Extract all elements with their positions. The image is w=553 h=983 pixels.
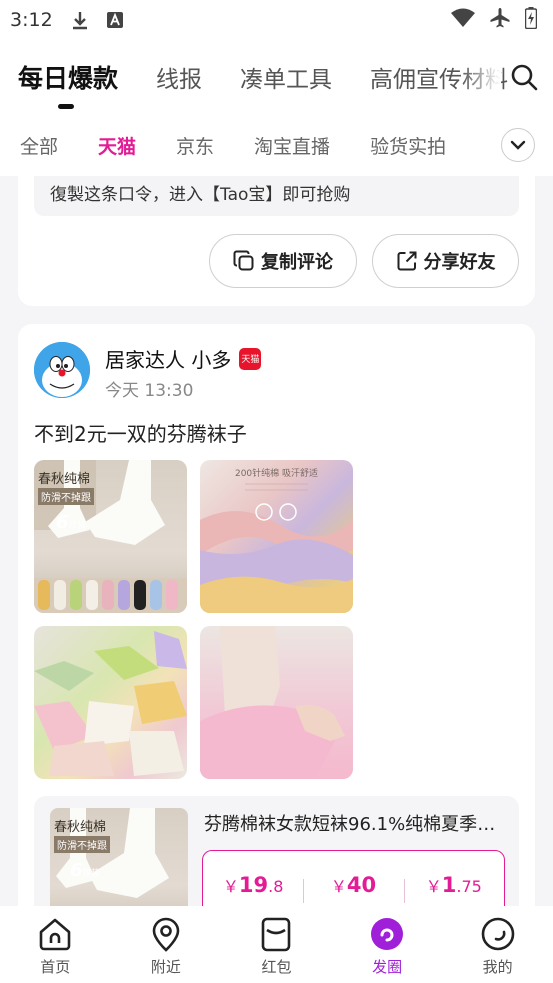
top-tab-bar: 每日爆款 线报 凑单工具 高佣宣传材料 (0, 40, 553, 114)
price-coupon: ￥19.8 (222, 873, 284, 897)
copy-comment-button[interactable]: 复制评论 (209, 234, 357, 288)
post-author: 居家达人 小多 天猫 (105, 344, 262, 373)
tab-deal-alerts[interactable]: 线报 (156, 60, 202, 94)
post-text: 不到2元一双的芬腾袜子 (34, 422, 247, 446)
price-original: ￥40 (303, 873, 403, 903)
tab-fade (461, 40, 501, 114)
bottom-nav: 首页 附近 红包 发圈 我的 (0, 906, 553, 983)
nav-home[interactable]: 首页 (0, 906, 111, 983)
avatar[interactable] (34, 342, 90, 398)
location-pin-icon (152, 917, 180, 952)
nav-home-label: 首页 (40, 958, 71, 976)
copy-icon (233, 250, 254, 271)
price-value: 40 (346, 873, 377, 897)
post-image-3[interactable] (34, 626, 187, 779)
nav-moments[interactable]: 发圈 (332, 906, 443, 983)
filter-inspection-photos[interactable]: 验货实拍 (370, 132, 446, 159)
img-caption-text: 200针纯棉 吸汗舒适 (234, 469, 319, 479)
price-value: 19 (238, 873, 269, 897)
nav-red-packet[interactable]: 红包 (221, 906, 332, 983)
post-card: 居家达人 小多 天猫 今天 13:30 不到2元一双的芬腾袜子 春秋纯棉 防滑不… (18, 324, 535, 944)
profile-icon (481, 917, 514, 951)
download-icon (71, 10, 89, 30)
post-time: 今天 13:30 (105, 381, 194, 401)
nav-moments-label: 发圈 (372, 958, 403, 976)
product-img-count: 6 (70, 860, 83, 881)
filter-taobao-live[interactable]: 淘宝直播 (254, 132, 330, 159)
nav-nearby[interactable]: 附近 (111, 906, 222, 983)
share-friends-button[interactable]: 分享好友 (372, 234, 519, 288)
font-notification-icon (106, 12, 123, 28)
copy-comment-label: 复制评论 (261, 252, 333, 273)
product-title: 芬腾棉袜女款短袜96.1%纯棉夏季薄... (204, 814, 504, 835)
nav-red-packet-label: 红包 (261, 958, 292, 976)
copy-command-text: 復製这条口令，进入【Tao宝】即可抢购 (34, 176, 519, 216)
post-image-4[interactable] (200, 626, 353, 779)
price-value: 1 (441, 873, 457, 897)
expand-filters-button[interactable] (501, 128, 535, 162)
post-card: 復製这条口令，进入【Tao宝】即可抢购 复制评论 分享好友 (18, 176, 535, 306)
platform-filter-bar: 全部 天猫 京东 淘宝直播 验货实拍 (0, 114, 553, 176)
tab-daily-hot[interactable]: 每日爆款 (18, 59, 118, 109)
moments-icon (371, 918, 404, 950)
search-icon[interactable] (509, 62, 539, 92)
battery-icon (524, 7, 538, 33)
product-img-sub: 防滑不掉跟 (54, 836, 110, 853)
filter-tmall[interactable]: 天猫 (98, 132, 136, 159)
nav-mine[interactable]: 我的 (442, 906, 553, 983)
share-icon (397, 251, 416, 271)
filter-all[interactable]: 全部 (20, 132, 58, 159)
img-sub-text: 防滑不掉跟 (38, 488, 94, 505)
img-unit-text: 双装 (68, 521, 87, 531)
tmall-badge: 天猫 (239, 347, 262, 370)
nav-nearby-label: 附近 (150, 958, 181, 976)
filter-jd[interactable]: 京东 (176, 132, 214, 159)
status-time: 3:12 (10, 9, 53, 31)
post-image-2[interactable]: 200针纯棉 吸汗舒适 (200, 460, 353, 613)
price-per-pair: ￥1.75 (403, 873, 504, 903)
product-img-unit: 双装 (82, 869, 101, 879)
tab-bundle-tool[interactable]: 凑单工具 (240, 60, 332, 94)
airplane-icon (489, 7, 511, 33)
author-name: 居家达人 小多 (105, 348, 232, 372)
red-packet-icon (262, 917, 291, 952)
wifi-icon (451, 8, 475, 32)
img-tag-text: 春秋纯棉 (38, 472, 91, 487)
nav-mine-label: 我的 (482, 958, 513, 976)
share-friends-label: 分享好友 (423, 252, 496, 273)
product-img-tag: 春秋纯棉 (54, 820, 107, 835)
chevron-down-icon (510, 140, 526, 150)
home-icon (39, 918, 71, 951)
status-bar: 3:12 (0, 0, 553, 40)
post-image-1[interactable]: 春秋纯棉 防滑不掉跟 6 双装 (34, 460, 187, 613)
img-count-text: 6 (56, 512, 69, 533)
